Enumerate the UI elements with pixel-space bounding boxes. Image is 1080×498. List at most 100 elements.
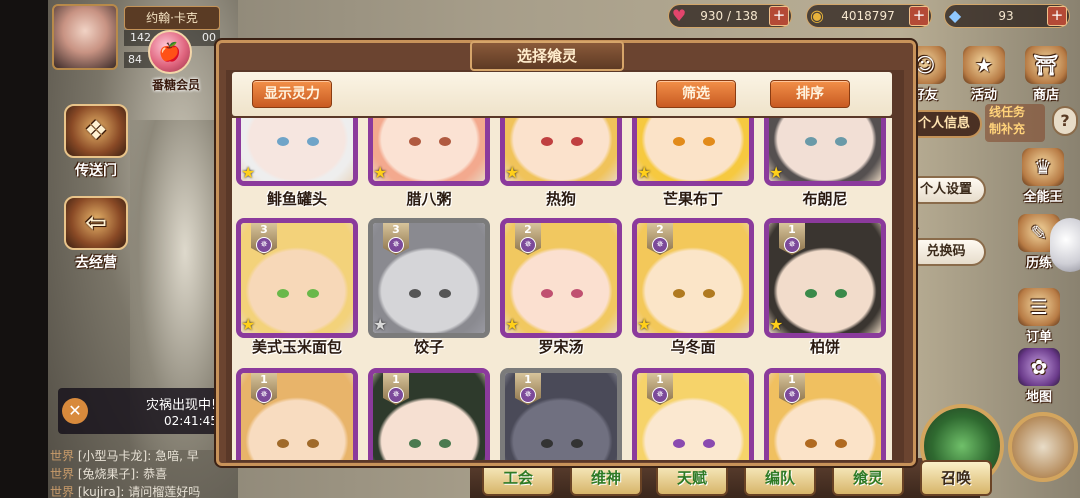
map-button[interactable]: ✿ 地图 <box>1014 348 1064 405</box>
close-icon[interactable]: ✕ <box>62 398 88 424</box>
floating-assist-ball[interactable] <box>1050 218 1080 272</box>
star-icon: ★ <box>963 46 1005 84</box>
food-soul-name: 布朗尼 <box>802 190 848 208</box>
element-icon: ✵ <box>520 387 536 403</box>
food-soul-card[interactable]: 3 ✵ ★ <box>368 218 490 338</box>
orders-label: 订单 <box>1025 330 1052 345</box>
chat-text: [兔烧果子]: 恭喜 <box>77 467 168 481</box>
player-level-text-right: 00 <box>202 31 216 44</box>
sort-button[interactable]: 排序 <box>770 80 850 108</box>
rank-number: 1 <box>392 373 400 386</box>
food-soul-card[interactable]: 1✵★ <box>632 368 754 460</box>
character-eye <box>409 137 421 146</box>
screen-left-edge <box>0 0 48 498</box>
map-label: 地图 <box>1025 390 1052 405</box>
rank-number: 2 <box>524 223 532 236</box>
help-icon[interactable]: ? <box>1052 106 1078 136</box>
character-eye <box>439 289 451 298</box>
diamond-value: 93 <box>998 9 1014 23</box>
character-portrait <box>769 118 881 181</box>
food-soul-card[interactable]: 1✵★ <box>500 368 622 460</box>
portal-label: 传送门 <box>75 163 117 179</box>
map-icon: ✿ <box>1018 348 1060 386</box>
food-soul-card[interactable]: ★ <box>764 118 886 186</box>
food-soul-card[interactable]: 2 ✵ ★ <box>500 218 622 338</box>
star-icon: ★ <box>505 315 520 334</box>
character-eye <box>835 137 847 146</box>
player-avatar[interactable] <box>52 4 118 70</box>
food-soul-card[interactable]: 1✵★ <box>764 218 886 338</box>
food-soul-card[interactable]: 3 ✵ ★ <box>236 218 358 338</box>
candy-apple-icon[interactable]: 🍎 <box>148 30 192 74</box>
personal-info-button[interactable]: 个人信息 <box>906 110 982 138</box>
character-eye <box>541 137 553 146</box>
mission-line: 制补充 <box>989 122 1026 136</box>
food-soul-card[interactable]: 2 ✵ ★ <box>632 218 754 338</box>
element-icon: ✵ <box>388 387 404 403</box>
element-icon: ✵ <box>520 237 536 253</box>
character-eye <box>541 289 553 298</box>
disaster-notice[interactable]: ✕ 灾祸出现中! 02:41:45 <box>58 388 228 434</box>
character-eye <box>805 439 817 448</box>
add-diamond-button[interactable]: + <box>1047 6 1067 26</box>
food-soul-card[interactable]: ★ <box>500 118 622 186</box>
character-eye <box>703 137 715 146</box>
food-soul-card[interactable]: ★ <box>368 118 490 186</box>
character-eye <box>409 289 421 298</box>
character-eye <box>805 289 817 298</box>
show-power-button[interactable]: 显示灵力 <box>252 80 332 108</box>
character-eye <box>277 439 289 448</box>
disaster-title: 灾祸出现中! <box>146 398 217 413</box>
chat-channel: 世界 <box>50 449 75 463</box>
rank-number: 2 <box>656 223 664 236</box>
chat-line[interactable]: 世界 [kujira]: 请问榴莲好吗 <box>50 484 250 498</box>
shop-button[interactable]: ⛩ 商店 <box>1018 46 1074 103</box>
element-icon: ✵ <box>256 387 272 403</box>
coin-counter: ◉ 4018797 + <box>806 4 932 28</box>
star-icon: ★ <box>241 315 256 334</box>
chat-channel: 世界 <box>50 467 75 481</box>
stamina-value: 930 / 138 <box>700 9 758 23</box>
element-icon: ✵ <box>388 237 404 253</box>
food-soul-card[interactable]: 1✵★ <box>236 368 358 460</box>
train-label: 历练 <box>1025 256 1052 271</box>
vip-label[interactable]: 番糖会员 <box>138 76 214 93</box>
tab-summon[interactable]: 召唤 <box>920 460 992 496</box>
character-eye <box>571 289 583 298</box>
character-portrait <box>637 118 749 181</box>
disaster-timer: 02:41:45 <box>164 414 218 428</box>
all-purpose-button[interactable]: ♛ 全能王 <box>1014 148 1072 205</box>
portal-button[interactable]: ❖ 传送门 <box>54 104 138 180</box>
star-icon: ★ <box>373 163 388 182</box>
coin-value: 4018797 <box>841 9 895 23</box>
add-coin-button[interactable]: + <box>909 6 929 26</box>
go-business-button[interactable]: ⇦ 去经营 <box>54 196 138 272</box>
filter-button[interactable]: 筛选 <box>656 80 736 108</box>
go-business-label: 去经营 <box>75 255 117 271</box>
chat-line[interactable]: 世界 [兔烧果子]: 恭喜 <box>50 466 250 482</box>
character-eye <box>439 137 451 146</box>
tools-orb[interactable] <box>1008 412 1078 482</box>
add-stamina-button[interactable]: + <box>769 6 789 26</box>
rank-number: 1 <box>524 373 532 386</box>
character-eye <box>307 439 319 448</box>
food-soul-card[interactable]: 1✵★ <box>764 368 886 460</box>
rank-number: 1 <box>788 373 796 386</box>
element-icon: ✵ <box>652 387 668 403</box>
orders-button[interactable]: ☰ 订单 <box>1014 288 1064 345</box>
star-icon: ★ <box>769 315 784 334</box>
heart-icon: ♥ <box>671 6 687 25</box>
personal-settings-button[interactable]: 个人设置 <box>906 176 986 204</box>
food-soul-name: 美式玉米面包 <box>251 338 342 356</box>
food-soul-card[interactable]: ★ <box>236 118 358 186</box>
redeem-code-button[interactable]: 兑换码 <box>906 238 986 266</box>
character-eye <box>673 289 685 298</box>
element-icon: ✵ <box>784 387 800 403</box>
events-button[interactable]: ★ 活动 <box>958 46 1010 103</box>
food-soul-card[interactable]: 1✵★ <box>368 368 490 460</box>
mission-panel[interactable]: 线任务 制补充 <box>985 104 1045 142</box>
character-eye <box>571 439 583 448</box>
food-soul-name: 热狗 <box>545 190 576 208</box>
food-soul-card[interactable]: ★ <box>632 118 754 186</box>
character-portrait <box>373 118 485 181</box>
